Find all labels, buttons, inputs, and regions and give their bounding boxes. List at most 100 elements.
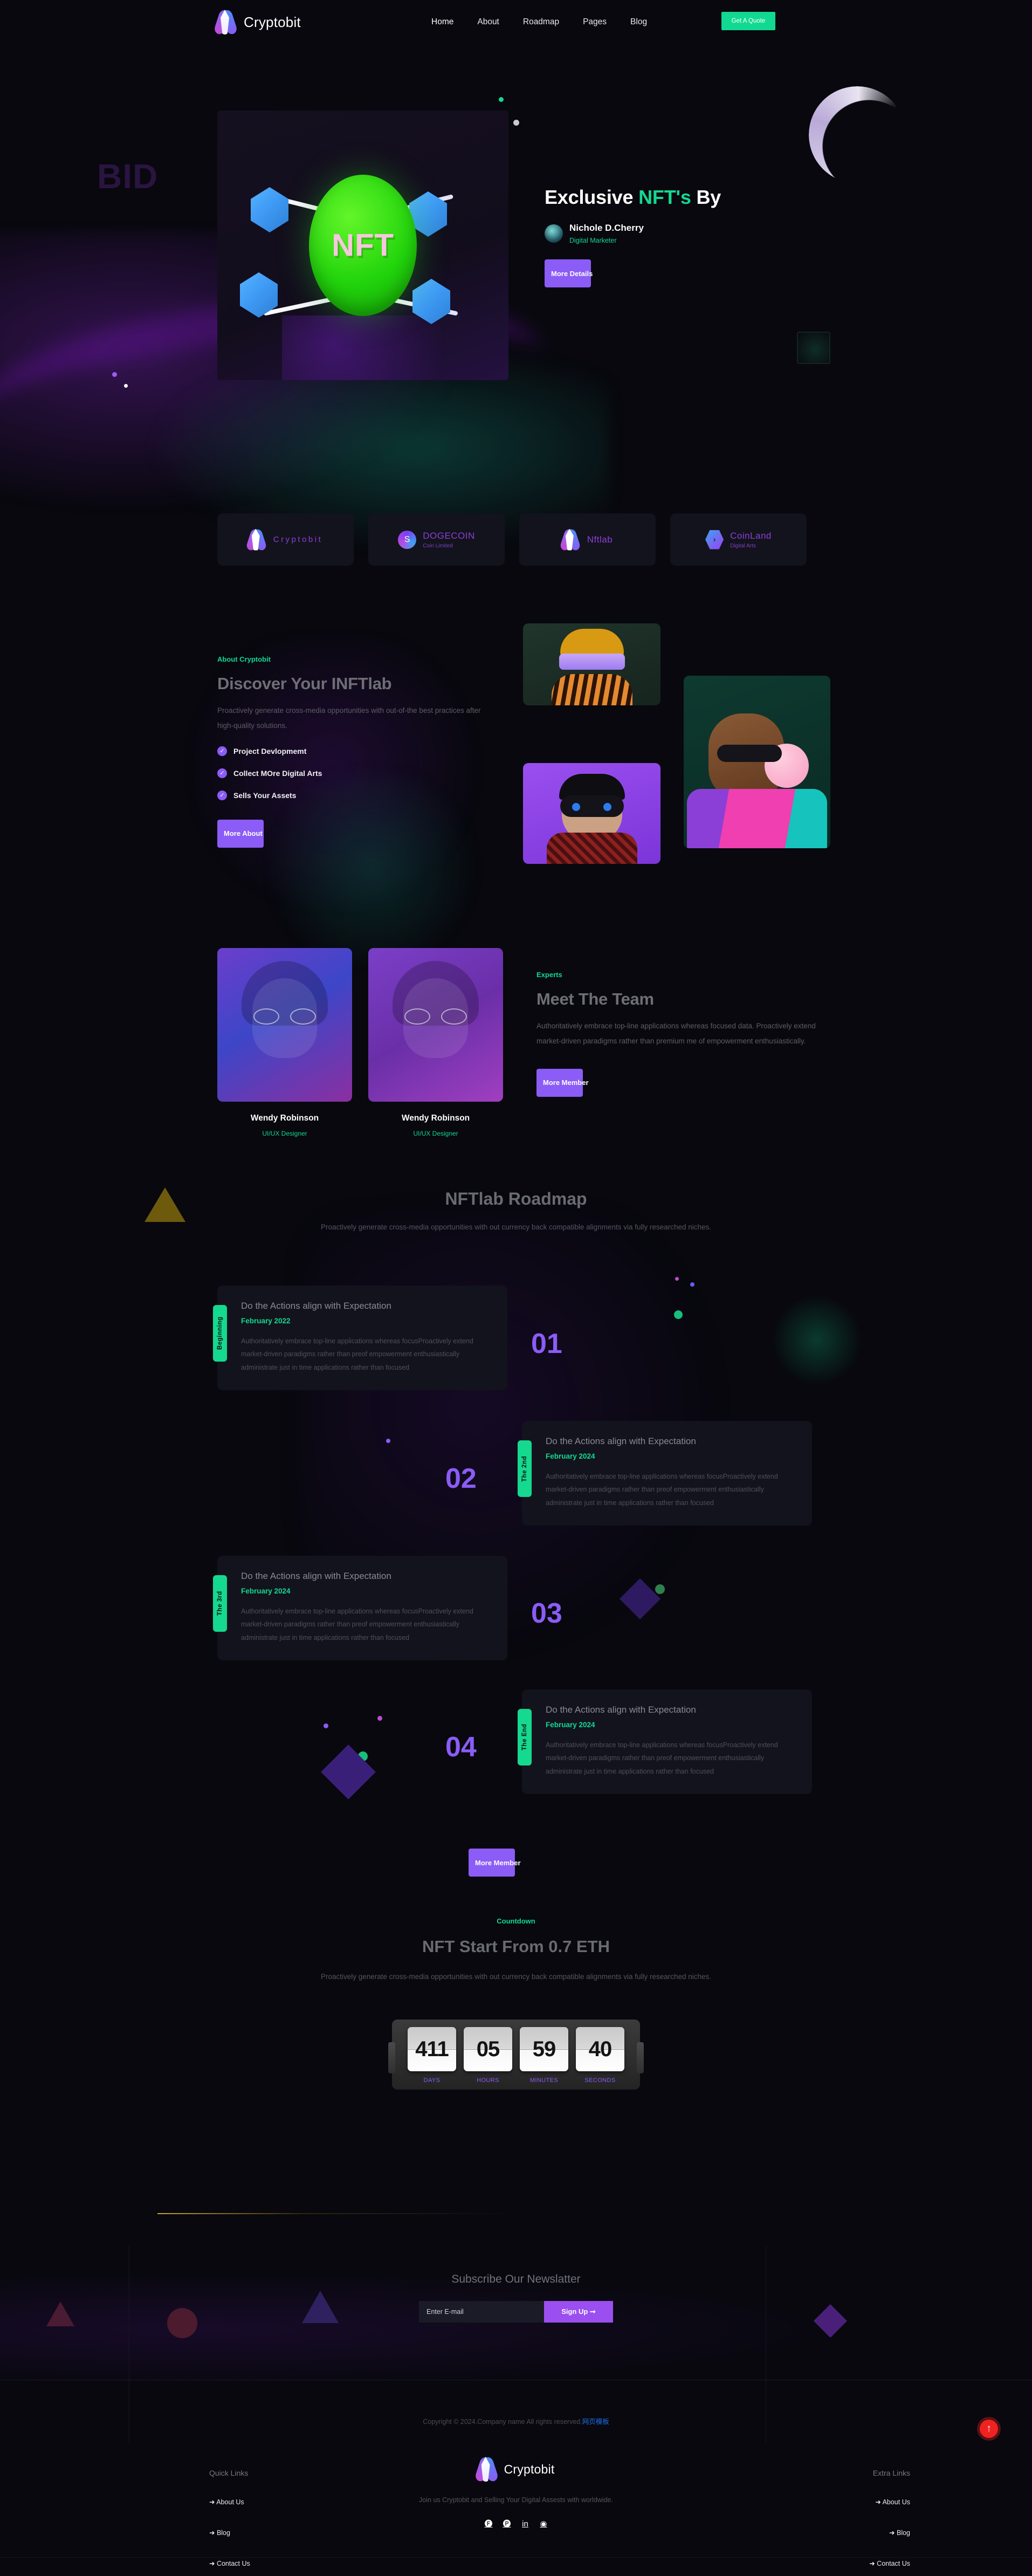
footer-link-blog[interactable]: ➜ Blog — [209, 2529, 349, 2537]
dot-decor — [112, 372, 117, 377]
hero-title: Exclusive NFT's By — [545, 186, 879, 209]
flip-tile: 05 — [464, 2027, 512, 2071]
footer-link-about-us[interactable]: ➜ About Us — [770, 2498, 910, 2506]
main-nav: Home About Roadmap Pages Blog — [431, 17, 647, 27]
dot-decor — [324, 1723, 328, 1728]
cube-decor — [412, 279, 450, 324]
brand-card-coinland[interactable]: › CoinLand Digital Arts — [670, 513, 807, 566]
countdown-eyebrow: Countdown — [497, 1917, 535, 1925]
brand-logo-strip: Cryptobit S DOGECOIN Coin Limited Nftlab… — [217, 513, 807, 566]
roadmap-more-member-button[interactable]: More Member — [469, 1849, 521, 1877]
nft-artwork-1[interactable] — [523, 623, 661, 705]
about-feature-item: ✓ Collect MOre Digital Arts — [217, 768, 519, 778]
brand-logo[interactable]: Cryptobit — [213, 9, 301, 36]
countdown-label: MINUTES — [529, 2077, 559, 2084]
team-paragraph: Authoritatively embrace top-line applica… — [536, 1022, 816, 1046]
sign-up-button[interactable]: Sign Up ➞ — [544, 2301, 613, 2323]
footer-link-contact-us[interactable]: ➜ Contact Us — [209, 2559, 349, 2567]
sunglasses-icon — [717, 745, 782, 762]
countdown-label: SECONDS — [584, 2077, 616, 2084]
countdown-cell-hours: 05 HOURS — [464, 2027, 512, 2084]
team-member-role: UI/UX Designer — [413, 1130, 458, 1137]
nft-artwork-2[interactable] — [523, 763, 661, 864]
roadmap-card-heading: Do the Actions align with Expectation — [546, 1436, 696, 1446]
countdown-value: 411 — [415, 2037, 449, 2061]
instagram-icon[interactable]: ◉ — [539, 2519, 549, 2529]
jacket-decor — [546, 833, 637, 864]
nav-item-blog[interactable]: Blog — [630, 17, 647, 27]
nav-item-pages[interactable]: Pages — [583, 17, 607, 27]
roadmap-card-date: February 2024 — [546, 1452, 595, 1460]
hero-content: Exclusive NFT's By Nichole D.Cherry Digi… — [545, 186, 879, 290]
roadmap-card-heading: Do the Actions align with Expectation — [241, 1571, 391, 1581]
roadmap-card-1[interactable]: Beginning Do the Actions align with Expe… — [213, 1286, 507, 1391]
roadmap-stage-tag: The 2nd — [518, 1440, 532, 1497]
linkedin-icon[interactable]: in — [520, 2519, 531, 2529]
brand-card-cryptobit[interactable]: Cryptobit — [217, 513, 354, 566]
roadmap-number-4: 04 — [445, 1732, 477, 1763]
more-about-button[interactable]: More About — [217, 819, 264, 848]
roadmap-card-4[interactable]: The End Do the Actions align with Expect… — [518, 1689, 812, 1795]
roadmap-card-2[interactable]: The 2nd Do the Actions align with Expect… — [518, 1421, 812, 1526]
dot-decor — [675, 1277, 679, 1281]
footer-link-blog[interactable]: ➜ Blog — [770, 2529, 910, 2537]
page-root: Cryptobit Home About Roadmap Pages Blog … — [0, 0, 1032, 2576]
team-title: Meet The Team — [536, 990, 654, 1008]
team-member-name: Wendy Robinson — [250, 1114, 319, 1123]
footer-quick-links-title: Quick Links — [209, 2469, 249, 2477]
team-eyebrow: Experts — [536, 971, 562, 979]
team-member-role: UI/UX Designer — [262, 1130, 307, 1137]
diamond-decor — [321, 1744, 376, 1799]
facebook-icon[interactable]: 🅕 — [484, 2519, 494, 2529]
mask-decor — [560, 795, 624, 817]
more-member-button[interactable]: More Member — [536, 1068, 589, 1097]
about-eyebrow: About Cryptobit — [217, 655, 271, 663]
dot-decor — [377, 1716, 382, 1721]
about-paragraph: Proactively generate cross-media opportu… — [217, 706, 481, 730]
brand-card-dogecoin[interactable]: S DOGECOIN Coin Limited — [368, 513, 505, 566]
nft-badge — [309, 175, 417, 316]
countdown-label: DAYS — [423, 2077, 441, 2084]
countdown-header: Countdown NFT Start From 0.7 ETH Proacti… — [0, 1917, 1032, 1984]
roadmap-card-3[interactable]: The 3rd Do the Actions align with Expect… — [213, 1556, 507, 1661]
cryptobit-logo-icon — [473, 2456, 499, 2483]
team-member-name: Wendy Robinson — [401, 1114, 470, 1123]
nft-3d-illustration — [217, 111, 508, 380]
glasses-icon — [253, 1008, 316, 1025]
nav-item-about[interactable]: About — [477, 17, 499, 27]
team-member-card[interactable]: Wendy Robinson UI/UX Designer — [368, 948, 503, 1137]
check-icon: ✓ — [217, 746, 227, 756]
footer-brand-logo[interactable]: Cryptobit — [381, 2456, 651, 2483]
nav-item-home[interactable]: Home — [431, 17, 453, 27]
newsletter-form: Sign Up ➞ — [419, 2301, 613, 2323]
brand-card-name: DOGECOIN — [423, 530, 475, 541]
countdown-cell-seconds: 40 SECONDS — [576, 2027, 624, 2084]
footer-brand-block: Cryptobit Join us Cryptobit and Selling … — [381, 2456, 651, 2529]
nav-item-roadmap[interactable]: Roadmap — [523, 17, 559, 27]
about-title: Discover Your INFTlab — [217, 674, 392, 693]
about-feature-label: Sells Your Assets — [233, 791, 297, 800]
footer-extra-links: Extra Links ➜ About Us ➜ Blog ➜ Contact … — [770, 2469, 910, 2576]
footer-link-contact-us[interactable]: ➜ Contact Us — [770, 2559, 910, 2567]
more-details-button[interactable]: More Details — [545, 259, 593, 287]
roadmap-card-body: Authoritatively embrace top-line applica… — [241, 1608, 473, 1641]
glasses-icon — [404, 1008, 467, 1025]
email-input[interactable] — [419, 2301, 544, 2323]
brand-card-nftlab[interactable]: Nftlab — [519, 513, 656, 566]
dogecoin-logo-icon: S — [398, 530, 417, 549]
team-member-card[interactable]: Wendy Robinson UI/UX Designer — [217, 948, 352, 1137]
more-about-label: More About — [224, 829, 263, 838]
copyright-link[interactable]: 网页模板 — [582, 2418, 609, 2426]
get-a-quote-button[interactable]: Get A Quote — [721, 12, 775, 30]
countdown-label: HOURS — [477, 2077, 499, 2084]
about-feature-item: ✓ Project Devlopmemt — [217, 746, 519, 756]
more-member-label: More Member — [543, 1079, 589, 1087]
roadmap-card-body: Authoritatively embrace top-line applica… — [241, 1337, 473, 1371]
team-section-content: Experts Meet The Team Authoritatively em… — [536, 971, 838, 1100]
more-details-label: More Details — [551, 269, 593, 278]
pinterest-icon[interactable]: 🅟 — [502, 2519, 512, 2529]
scroll-to-top-button[interactable]: ↑ — [977, 2417, 1001, 2441]
footer-link-about-us[interactable]: ➜ About Us — [209, 2498, 349, 2506]
footer-quick-links: Quick Links ➜ About Us ➜ Blog ➜ Contact … — [209, 2469, 349, 2576]
nft-artwork-3[interactable] — [684, 676, 830, 848]
